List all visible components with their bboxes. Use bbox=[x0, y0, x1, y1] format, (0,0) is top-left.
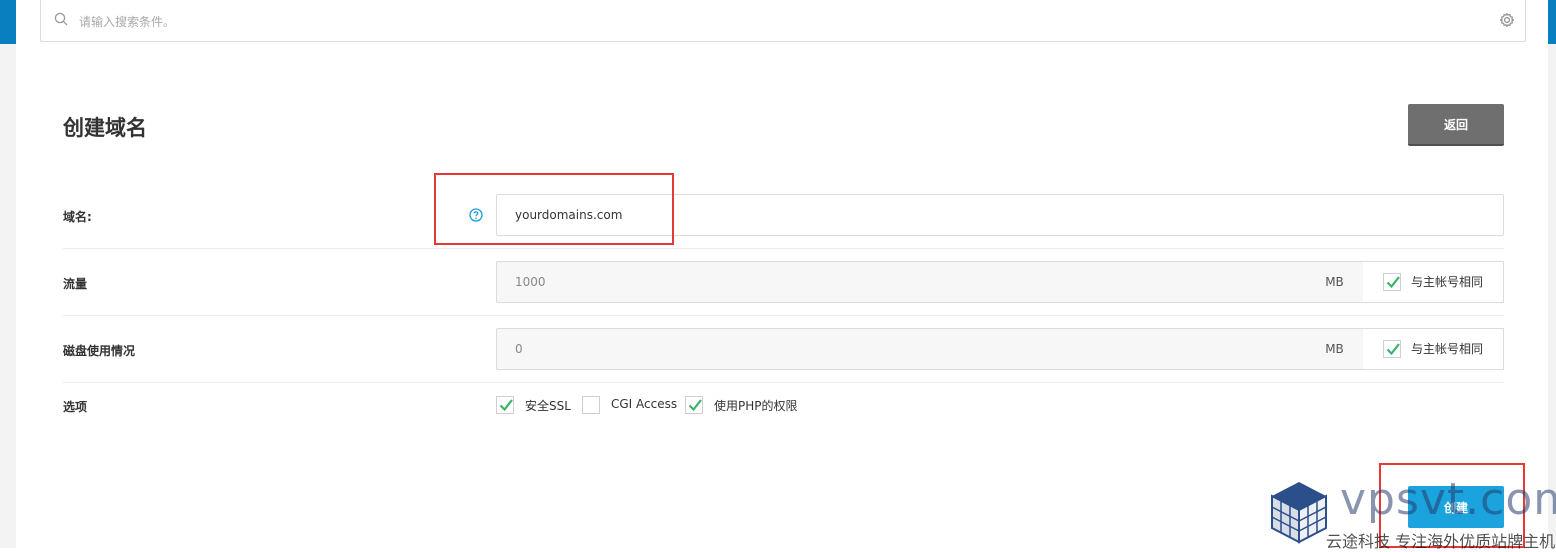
options-label: 选项 bbox=[63, 400, 88, 414]
check-icon bbox=[1386, 276, 1400, 289]
bandwidth-same-checkbox[interactable] bbox=[1383, 273, 1401, 291]
option-ssl-checkbox[interactable] bbox=[496, 396, 514, 414]
bandwidth-same-label: 与主帐号相同 bbox=[1411, 275, 1484, 289]
bandwidth-unit: MB bbox=[1306, 261, 1364, 303]
right-edge-panel bbox=[1548, 44, 1556, 548]
search-icon bbox=[54, 12, 68, 26]
option-php-checkbox[interactable] bbox=[685, 396, 703, 414]
left-edge-panel bbox=[0, 44, 16, 548]
check-icon bbox=[1386, 343, 1400, 356]
option-cgi-checkbox[interactable] bbox=[582, 396, 600, 414]
option-ssl-label: 安全SSL bbox=[525, 399, 571, 413]
page-title: 创建域名 bbox=[63, 116, 147, 140]
row-divider bbox=[63, 315, 1504, 316]
disk-unit: MB bbox=[1306, 328, 1364, 370]
disk-same-label: 与主帐号相同 bbox=[1411, 342, 1484, 356]
bandwidth-same-toggle[interactable]: 与主帐号相同 bbox=[1363, 261, 1504, 303]
check-icon bbox=[499, 399, 513, 412]
option-cgi-label: CGI Access bbox=[611, 397, 678, 411]
watermark-tagline: 云途科技 专注海外优质站牌主机 bbox=[1326, 532, 1556, 551]
option-php-label: 使用PHP的权限 bbox=[714, 399, 798, 413]
watermark-cube-logo bbox=[1271, 482, 1327, 544]
domain-label: 域名: bbox=[63, 210, 92, 224]
back-button[interactable]: 返回 bbox=[1408, 104, 1504, 146]
watermark-url: vpsvt.com bbox=[1340, 474, 1556, 525]
row-divider bbox=[63, 382, 1504, 383]
bandwidth-label: 流量 bbox=[63, 277, 88, 291]
disk-input[interactable]: 0 bbox=[496, 328, 1307, 370]
left-edge-accent bbox=[0, 0, 16, 44]
right-edge-accent bbox=[1548, 0, 1556, 44]
bandwidth-input[interactable]: 1000 bbox=[496, 261, 1307, 303]
disk-same-toggle[interactable]: 与主帐号相同 bbox=[1363, 328, 1504, 370]
search-bar bbox=[40, 0, 1526, 42]
gear-icon[interactable] bbox=[1499, 12, 1515, 28]
row-divider bbox=[63, 248, 1504, 249]
check-icon bbox=[688, 399, 702, 412]
search-input[interactable] bbox=[77, 10, 1481, 34]
disk-label: 磁盘使用情况 bbox=[63, 344, 136, 358]
disk-same-checkbox[interactable] bbox=[1383, 340, 1401, 358]
highlight-box-domain bbox=[434, 173, 674, 245]
